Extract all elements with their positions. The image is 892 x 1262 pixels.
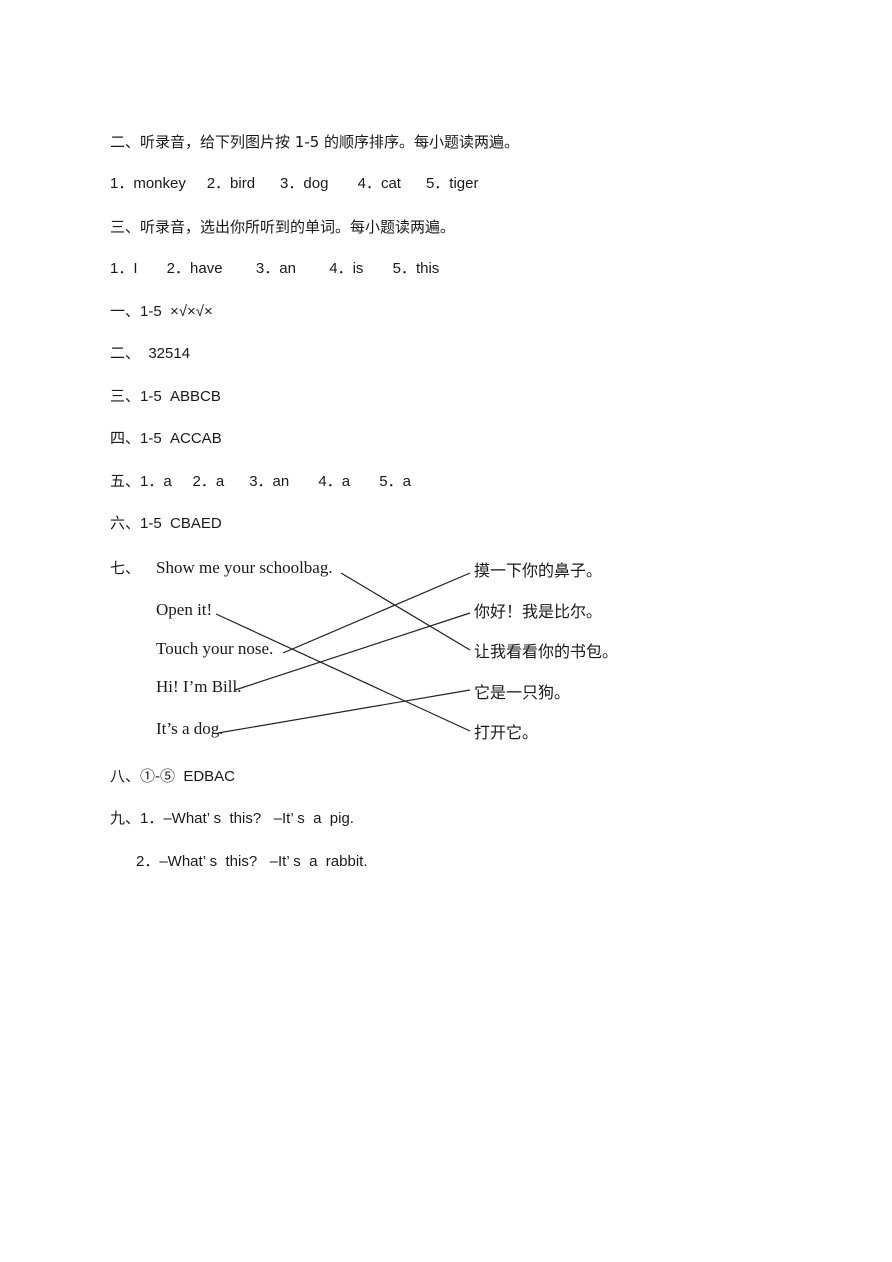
- listen-order-heading: 二、听录音，给下列图片按 1-5 的顺序排序。每小题读两遍。: [110, 133, 520, 151]
- match-connection-line: [215, 613, 471, 732]
- match-left-item: It’s a dog.: [156, 719, 224, 738]
- answer-9-line2: 2．–What’ s this? –It’ s a rabbit.: [136, 853, 368, 870]
- match-right-item: 打开它。: [474, 723, 539, 742]
- match-right-item: 你好！我是比尔。: [474, 602, 603, 621]
- document-page: 二、听录音，给下列图片按 1-5 的顺序排序。每小题读两遍。 1．monkey 2…: [0, 0, 892, 1262]
- match-connection-line: [340, 572, 471, 651]
- answer-3: 三、1-5 ABBCB: [110, 388, 221, 405]
- answer-1: 一、1-5 ×√×√×: [110, 303, 213, 320]
- match-right-item: 摸一下你的鼻子。: [474, 561, 603, 580]
- answer-2: 二、 32514: [110, 345, 191, 362]
- match-right-item: 它是一只狗。: [474, 683, 571, 702]
- match-left-item: Open it!: [156, 600, 213, 619]
- match-left-item: Touch your nose.: [156, 639, 274, 658]
- match-connection-line: [282, 572, 471, 654]
- listen-choose-words: 1．I 2．have 3．an 4．is 5．this: [110, 260, 440, 277]
- match-left-item: Show me your schoolbag.: [156, 558, 333, 577]
- answer-7-label: 七、: [110, 560, 141, 577]
- match-connection-line: [217, 689, 471, 734]
- match-right-item: 让我看看你的书包。: [474, 642, 619, 661]
- listen-choose-heading: 三、听录音，选出你所听到的单词。每小题读两遍。: [110, 218, 456, 236]
- answer-5: 五、1．a 2．a 3．an 4．a 5．a: [110, 473, 411, 490]
- match-left-item: Hi! I’m Bill.: [156, 677, 242, 696]
- answer-8: 八、①-⑤ EDBAC: [110, 768, 236, 785]
- listen-order-words: 1．monkey 2．bird 3．dog 4．cat 5．tiger: [110, 175, 479, 192]
- answer-6: 六、1-5 CBAED: [110, 515, 222, 532]
- answer-9-line1: 九、1．–What’ s this? –It’ s a pig.: [110, 810, 354, 827]
- answer-4: 四、1-5 ACCAB: [110, 430, 222, 447]
